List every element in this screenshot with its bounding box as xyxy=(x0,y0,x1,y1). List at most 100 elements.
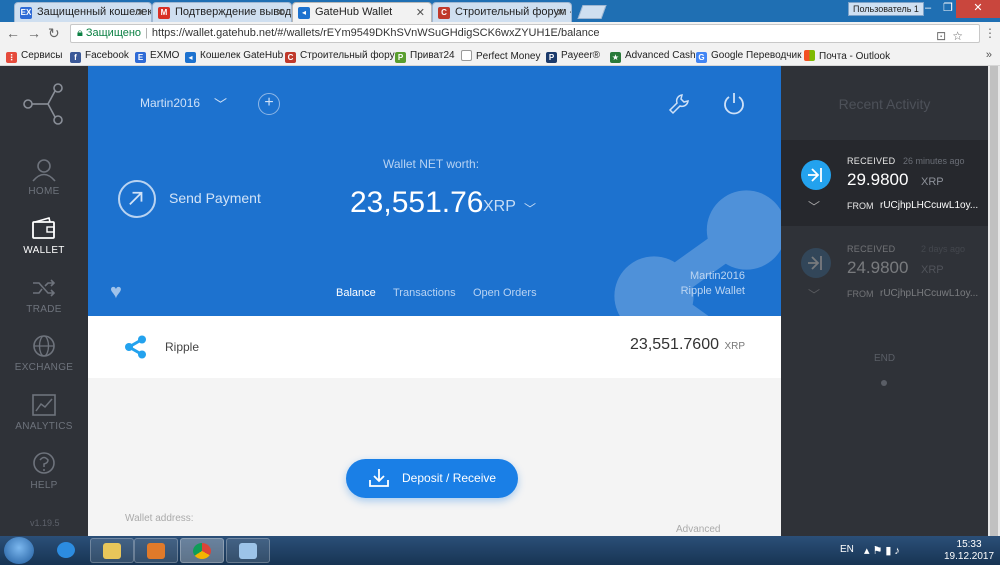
power-icon[interactable] xyxy=(722,92,746,116)
reload-icon[interactable]: ↻ xyxy=(48,25,60,42)
close-tab-icon[interactable]: ✕ xyxy=(556,6,565,19)
system-tray-icons[interactable]: ▴⚑▮♪ xyxy=(864,544,903,557)
start-button[interactable] xyxy=(4,537,34,564)
currency-name: Ripple xyxy=(165,340,200,354)
activity-item[interactable]: RECEIVED 26 minutes ago 29.9800 XRP ﹀ FR… xyxy=(781,140,988,226)
recent-activity-panel: Recent Activity RECEIVED 26 minutes ago … xyxy=(781,66,1000,536)
add-wallet-icon[interactable]: + xyxy=(258,93,280,115)
bookmark-item[interactable]: P Payeer® xyxy=(546,50,600,63)
bookmarks-overflow-icon[interactable]: » xyxy=(986,49,992,61)
bookmark-item[interactable]: ★ Advanced Cash xyxy=(610,50,696,63)
activity-unit: XRP xyxy=(921,176,944,188)
scrollbar-thumb[interactable] xyxy=(990,66,998,536)
taskbar-ie[interactable] xyxy=(44,538,88,563)
language-indicator[interactable]: EN xyxy=(840,544,854,555)
account-selector[interactable]: Martin2016 xyxy=(140,96,200,110)
address-bar[interactable]: 🔒︎ Защищено | https://wallet.gatehub.net/#/… xyxy=(70,24,980,43)
browser-tabstrip: EX Защищенный кошелек ✕ M Подтверждение … xyxy=(0,0,1000,22)
sidebar-item-analytics[interactable]: ANALYTICS xyxy=(0,393,88,432)
bookmark-item[interactable]: f Facebook xyxy=(70,50,129,63)
close-tab-icon[interactable]: ✕ xyxy=(136,6,145,19)
sidebar-item-wallet[interactable]: WALLET xyxy=(0,217,88,256)
sidebar-item-trade[interactable]: TRADE xyxy=(0,276,88,315)
bookmark-item[interactable]: P Приват24 xyxy=(395,50,455,63)
sidebar-item-help[interactable]: HELP xyxy=(0,452,88,491)
bookmark-item[interactable]: Почта - Outlook xyxy=(804,50,890,62)
internet-explorer-icon xyxy=(57,542,75,558)
wrench-icon[interactable] xyxy=(668,93,690,115)
chrome-icon xyxy=(193,543,211,559)
gatehub-logo-icon[interactable] xyxy=(22,80,66,128)
activity-item[interactable]: RECEIVED 2 days ago 24.9800 XRP ﹀ FROM r… xyxy=(781,228,988,314)
taskbar-chrome[interactable] xyxy=(180,538,224,563)
tab-transactions[interactable]: Transactions xyxy=(393,287,456,299)
menu-icon[interactable]: ⋮ xyxy=(984,26,996,40)
browser-tab[interactable]: M Подтверждение вывода ✕ xyxy=(152,2,292,22)
chevron-down-icon[interactable]: ﹀ xyxy=(808,286,820,303)
activity-title: Recent Activity xyxy=(838,96,931,112)
close-tab-icon[interactable]: ✕ xyxy=(276,6,285,19)
tab-title: Строительный форум - xyxy=(455,6,572,18)
bookmark-item[interactable]: G Google Переводчик xyxy=(696,50,801,63)
received-icon xyxy=(801,248,831,278)
arrow-up-right-icon xyxy=(129,191,143,206)
taskbar-window[interactable] xyxy=(226,538,270,563)
shuffle-icon xyxy=(33,279,56,297)
media-player-icon xyxy=(147,543,165,559)
send-payment-button[interactable]: Send Payment xyxy=(169,190,261,206)
browser-tab[interactable]: EX Защищенный кошелек ✕ xyxy=(14,2,152,22)
close-window-icon[interactable]: ✕ xyxy=(956,0,1000,18)
new-tab-button[interactable] xyxy=(577,5,607,19)
tab-balance[interactable]: Balance xyxy=(336,287,376,299)
chevron-down-icon[interactable]: ﹀ xyxy=(214,94,227,113)
close-tab-icon[interactable]: ✕ xyxy=(416,6,425,19)
bookmark-item[interactable]: ⋮ Сервисы xyxy=(6,50,62,63)
profile-button[interactable]: Пользователь 1 xyxy=(848,2,924,16)
deposit-receive-button[interactable]: Deposit / Receive xyxy=(346,459,518,498)
sidebar-item-home[interactable]: HOME xyxy=(0,158,88,197)
taskbar-explorer[interactable] xyxy=(90,538,134,563)
deposit-label: Deposit / Receive xyxy=(402,471,497,485)
payeer-icon: P xyxy=(546,52,557,63)
clock-date: 19.12.2017 xyxy=(944,551,995,562)
tab-title: Подтверждение вывода xyxy=(175,6,292,18)
translate-icon[interactable]: ⊡ xyxy=(936,29,952,43)
clock[interactable]: 15:33 19.12.2017 xyxy=(944,539,994,563)
bookmark-item[interactable]: Perfect Money xyxy=(461,50,540,62)
url-text: https://wallet.gatehub.net/#/wallets/rEY… xyxy=(151,27,600,39)
heart-icon[interactable]: ♥ xyxy=(110,281,122,304)
tab-title: GateHub Wallet xyxy=(315,6,393,18)
balance-amount: 23,551.7600 xyxy=(630,336,719,353)
balance-row[interactable]: Ripple 23,551.7600 XRP xyxy=(88,316,781,378)
bookmark-item[interactable]: E EXMO xyxy=(135,50,179,63)
bookmark-star-icon[interactable]: ☆ xyxy=(952,29,969,43)
ripple-icon xyxy=(125,335,146,359)
advanced-link[interactable]: Advanced xyxy=(676,524,720,535)
taskbar-media[interactable] xyxy=(134,538,178,563)
browser-tab[interactable]: С Строительный форум - ✕ xyxy=(432,2,572,22)
sidebar-item-exchange[interactable]: EXCHANGE xyxy=(0,334,88,373)
main-panel: Martin2016 ﹀ + Send Payment Wallet NET w… xyxy=(88,66,781,536)
chevron-down-icon[interactable]: ﹀ xyxy=(808,198,820,215)
page-scrollbar[interactable] xyxy=(988,66,1000,536)
chevron-down-icon[interactable]: ﹀ xyxy=(524,200,536,217)
back-icon[interactable]: ← xyxy=(6,25,20,41)
lock-icon: 🔒︎ xyxy=(77,27,83,39)
bookmark-label: Сервисы xyxy=(21,50,63,61)
bookmark-label: Perfect Money xyxy=(476,51,541,62)
received-icon xyxy=(801,160,831,190)
tab-open-orders[interactable]: Open Orders xyxy=(473,287,537,299)
send-payment-icon[interactable] xyxy=(118,180,156,218)
net-worth-unit[interactable]: XRP xyxy=(483,198,516,216)
from-label: FROM xyxy=(847,289,874,299)
browser-tab-active[interactable]: ◂ GateHub Wallet ✕ xyxy=(292,2,432,22)
forward-icon[interactable]: → xyxy=(27,25,41,41)
sidebar-item-label: WALLET xyxy=(23,245,65,256)
bookmark-item[interactable]: ◂ Кошелек GateHub xyxy=(185,50,283,63)
sidebar-item-label: HOME xyxy=(28,186,60,197)
bookmark-item[interactable]: С Строительный фору xyxy=(285,50,395,63)
gatehub-favicon-icon: ◂ xyxy=(298,7,310,19)
exmo-favicon-icon: EX xyxy=(20,7,32,19)
wallet-lower: Deposit / Receive Wallet address: Advanc… xyxy=(88,378,781,536)
bookmark-label: Advanced Cash xyxy=(625,50,696,61)
